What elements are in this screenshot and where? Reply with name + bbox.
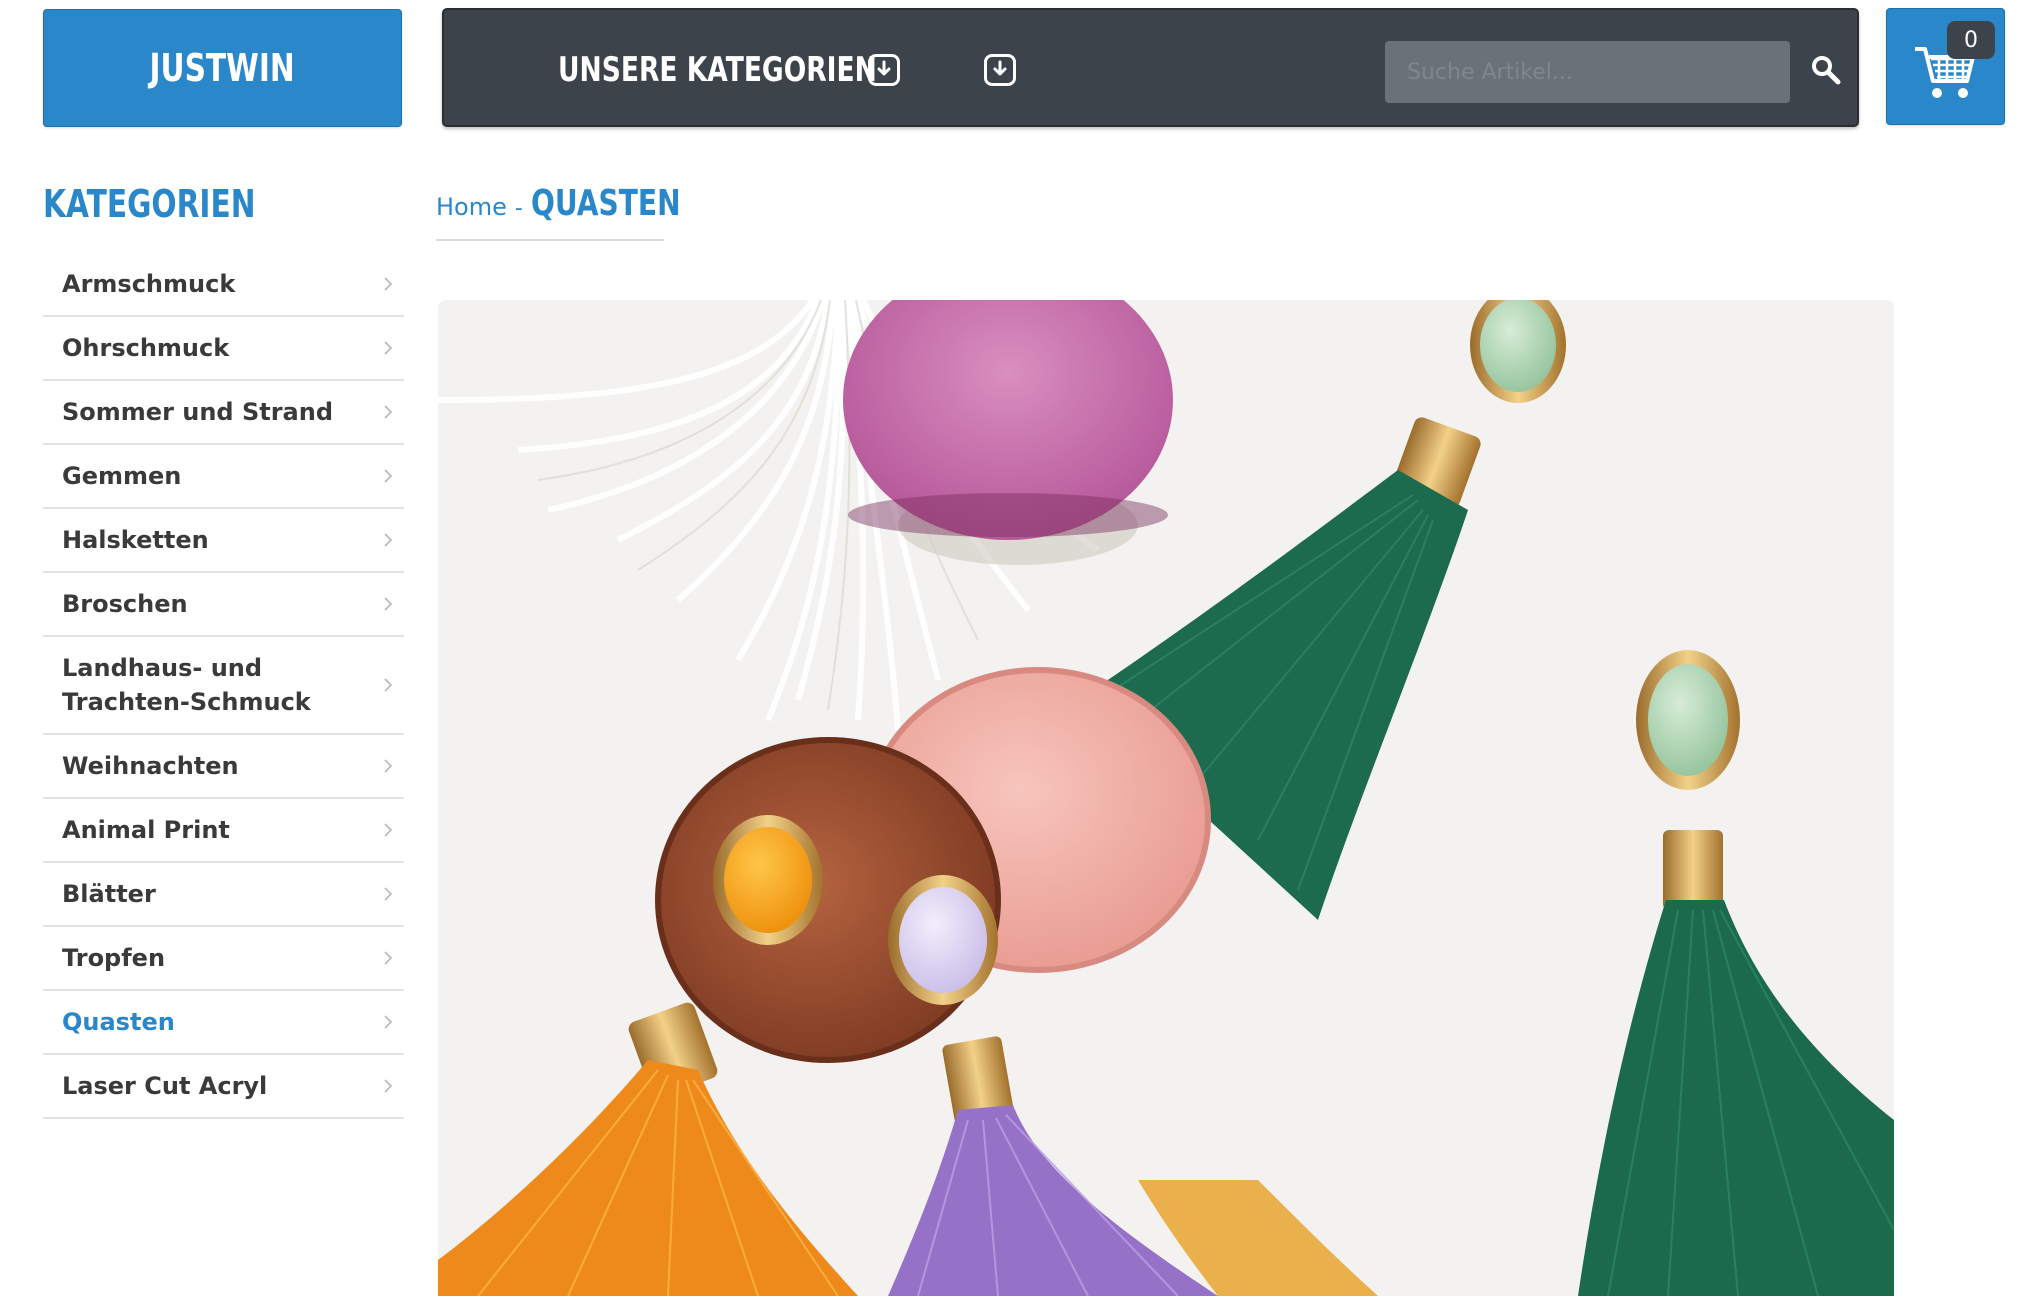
sidebar-item-label: Tropfen bbox=[62, 944, 166, 972]
breadcrumb: Home - QUASTEN bbox=[436, 183, 680, 241]
sidebar-title: KATEGORIEN bbox=[43, 182, 256, 226]
sidebar-item-label: Blätter bbox=[62, 880, 156, 908]
breadcrumb-current: QUASTEN bbox=[530, 183, 681, 224]
sidebar-item-blaetter[interactable]: Blätter bbox=[43, 863, 404, 927]
download-icon[interactable] bbox=[984, 54, 1016, 86]
chevron-right-icon bbox=[384, 823, 393, 837]
chevron-right-icon bbox=[384, 405, 393, 419]
sidebar-item-halsketten[interactable]: Halsketten bbox=[43, 509, 404, 573]
sidebar-item-quasten[interactable]: Quasten bbox=[43, 991, 404, 1055]
sidebar-item-label: Landhaus- und Trachten-Schmuck bbox=[62, 654, 311, 716]
chevron-right-icon bbox=[384, 1015, 393, 1029]
breadcrumb-home-link[interactable]: Home bbox=[436, 193, 507, 221]
sidebar-item-laser-cut-acryl[interactable]: Laser Cut Acryl bbox=[43, 1055, 404, 1119]
sidebar-item-tropfen[interactable]: Tropfen bbox=[43, 927, 404, 991]
chevron-right-icon bbox=[384, 887, 393, 901]
chevron-right-icon bbox=[384, 469, 393, 483]
chevron-right-icon bbox=[384, 759, 393, 773]
logo[interactable]: JUSTWIN bbox=[43, 9, 402, 127]
chevron-right-icon bbox=[384, 277, 393, 291]
nav-categories-label: UNSERE KATEGORIEN bbox=[558, 50, 877, 90]
category-hero-image bbox=[438, 300, 1894, 1296]
chevron-right-icon bbox=[384, 533, 393, 547]
sidebar-item-ohrschmuck[interactable]: Ohrschmuck bbox=[43, 317, 404, 381]
sidebar-item-label: Animal Print bbox=[62, 816, 230, 844]
sidebar-item-label: Weihnachten bbox=[62, 752, 239, 780]
breadcrumb-separator: - bbox=[514, 196, 523, 221]
sidebar-item-label: Broschen bbox=[62, 590, 188, 618]
chevron-right-icon bbox=[384, 951, 393, 965]
sidebar-item-broschen[interactable]: Broschen bbox=[43, 573, 404, 637]
sidebar-item-label: Armschmuck bbox=[62, 270, 236, 298]
sidebar-item-label: Laser Cut Acryl bbox=[62, 1072, 268, 1100]
search-icon[interactable] bbox=[1810, 54, 1842, 86]
sidebar-item-label: Gemmen bbox=[62, 462, 182, 490]
search-input[interactable] bbox=[1385, 41, 1790, 103]
nav-categories-menu[interactable]: UNSERE KATEGORIEN bbox=[558, 45, 877, 95]
chevron-right-icon bbox=[384, 341, 393, 355]
cart-count-badge: 0 bbox=[1947, 21, 1995, 59]
sidebar-item-landhaus-trachten[interactable]: Landhaus- und Trachten-Schmuck bbox=[43, 637, 404, 735]
chevron-right-icon bbox=[384, 678, 393, 692]
category-list: Armschmuck Ohrschmuck Sommer und Strand … bbox=[43, 253, 404, 1119]
sidebar-item-label: Quasten bbox=[62, 1008, 175, 1036]
cart-button[interactable]: 0 bbox=[1886, 8, 2005, 125]
chevron-right-icon bbox=[384, 1079, 393, 1093]
top-navbar: UNSERE KATEGORIEN bbox=[442, 8, 1859, 127]
sidebar-item-gemmen[interactable]: Gemmen bbox=[43, 445, 404, 509]
sidebar-item-label: Ohrschmuck bbox=[62, 334, 230, 362]
sidebar-item-weihnachten[interactable]: Weihnachten bbox=[43, 735, 404, 799]
sidebar-item-label: Sommer und Strand bbox=[62, 398, 334, 426]
sidebar-item-sommer-und-strand[interactable]: Sommer und Strand bbox=[43, 381, 404, 445]
sidebar-item-label: Halsketten bbox=[62, 526, 209, 554]
sidebar-item-animal-print[interactable]: Animal Print bbox=[43, 799, 404, 863]
sidebar-item-armschmuck[interactable]: Armschmuck bbox=[43, 253, 404, 317]
download-icon[interactable] bbox=[868, 54, 900, 86]
logo-text: JUSTWIN bbox=[149, 46, 296, 90]
chevron-right-icon bbox=[384, 597, 393, 611]
